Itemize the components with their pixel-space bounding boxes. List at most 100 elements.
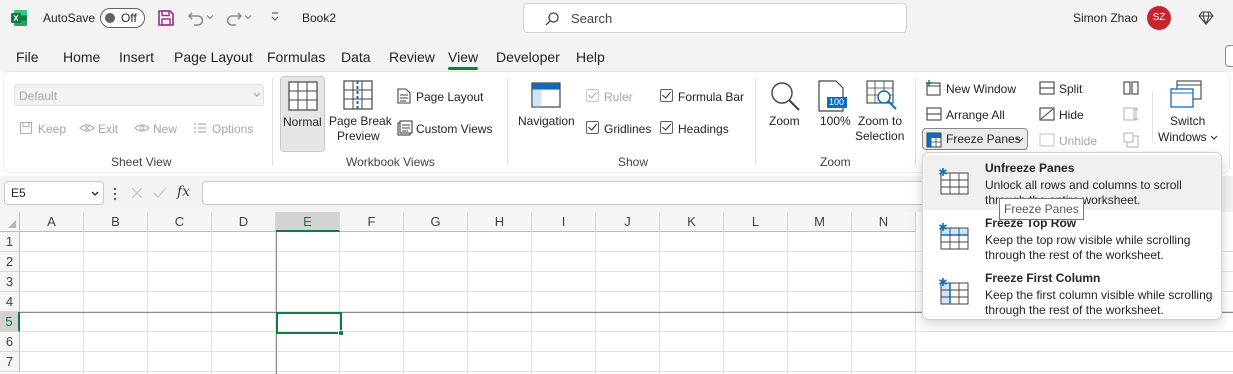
switch-windows-button[interactable]: Switch (1170, 114, 1205, 128)
tab-help[interactable]: Help (576, 49, 605, 65)
select-all-corner[interactable] (0, 212, 20, 232)
tab-view[interactable]: View (448, 49, 478, 65)
custom-views-button[interactable]: Custom Views (416, 122, 492, 136)
normal-view-label: Normal (283, 115, 322, 129)
ruler-label: Ruler (604, 90, 633, 104)
column-header-l[interactable]: L (724, 212, 788, 232)
new-window-button[interactable]: New Window (946, 82, 1016, 96)
tab-developer[interactable]: Developer (496, 49, 560, 65)
keep-icon (19, 121, 33, 135)
column-header-k[interactable]: K (660, 212, 724, 232)
save-icon[interactable] (157, 9, 175, 27)
gridlines-checkbox[interactable] (586, 121, 599, 134)
row-header-1[interactable]: 1 (0, 232, 20, 252)
exit-button[interactable]: Exit (98, 122, 118, 136)
sheet-view-select[interactable]: Default (14, 84, 264, 106)
group-label-sheet-view: Sheet View (111, 155, 172, 169)
search-box[interactable]: Search (523, 3, 907, 33)
tab-file[interactable]: File (16, 49, 39, 65)
column-header-i[interactable]: I (532, 212, 596, 232)
autosave-state: Off (121, 11, 137, 25)
page-layout-button[interactable]: Page Layout (416, 90, 483, 104)
gridline-vertical (659, 232, 660, 374)
column-header-n[interactable]: N (852, 212, 916, 232)
gridline-vertical (147, 232, 148, 374)
column-header-j[interactable]: J (596, 212, 660, 232)
row-header-3[interactable]: 3 (0, 272, 20, 292)
tab-page-layout[interactable]: Page Layout (174, 49, 253, 65)
arrange-all-button[interactable]: Arrange All (946, 108, 1005, 122)
headings-label: Headings (678, 122, 729, 136)
freeze-panes-button[interactable]: Freeze Panes (922, 128, 1028, 150)
row-header-7[interactable]: 7 (0, 352, 20, 372)
chevron-down-icon (253, 92, 261, 98)
menu-item-description: Keep the first column visible while scro… (985, 288, 1213, 317)
zoom-100-button[interactable]: 100% (820, 114, 851, 128)
options-button[interactable]: Options (212, 122, 253, 136)
name-box-value: E5 (11, 186, 26, 200)
unhide-button[interactable]: Unhide (1059, 134, 1097, 148)
diamond-icon[interactable] (1197, 9, 1215, 27)
navigation-icon (531, 82, 561, 108)
customize-qat-icon[interactable] (270, 11, 280, 23)
avatar[interactable]: SZ (1147, 6, 1171, 30)
zoom-button[interactable]: Zoom (769, 114, 800, 128)
gridline-vertical (83, 232, 84, 374)
fill-handle[interactable] (338, 330, 344, 336)
column-header-a[interactable]: A (20, 212, 84, 232)
tab-home[interactable]: Home (63, 49, 100, 65)
ribbon-tabs: File Home Insert Page Layout Formulas Da… (0, 38, 1233, 72)
insert-function-button[interactable]: fx (177, 184, 190, 200)
redo-icon[interactable] (225, 9, 243, 27)
unfreeze-panes-icon (938, 167, 970, 195)
column-header-f[interactable]: F (340, 212, 404, 232)
keep-button[interactable]: Keep (38, 122, 66, 136)
view-side-by-side-icon[interactable] (1123, 81, 1139, 95)
column-header-g[interactable]: G (404, 212, 468, 232)
gridlines-label: Gridlines (604, 122, 652, 136)
hide-button[interactable]: Hide (1059, 108, 1084, 122)
row-header-2[interactable]: 2 (0, 252, 20, 272)
new-view-button[interactable]: New (153, 122, 177, 136)
undo-chevron-icon[interactable] (206, 13, 214, 21)
ruler-checkbox[interactable] (586, 89, 599, 102)
hide-icon (1039, 107, 1055, 121)
page-break-preview-button[interactable]: Page Break (329, 114, 392, 128)
tab-data[interactable]: Data (341, 49, 371, 65)
row-header-5[interactable]: 5 (0, 312, 20, 332)
navigation-button[interactable]: Navigation (518, 114, 575, 128)
menu-item-title: Freeze First Column (985, 271, 1101, 285)
headings-checkbox[interactable] (660, 121, 673, 134)
tab-review[interactable]: Review (389, 49, 435, 65)
ribbon-display-options[interactable] (1225, 45, 1233, 67)
more-options-icon[interactable] (113, 187, 117, 201)
column-header-m[interactable]: M (788, 212, 852, 232)
group-separator (1152, 92, 1153, 142)
page-layout-icon (397, 88, 411, 104)
row-header-6[interactable]: 6 (0, 332, 20, 352)
split-button[interactable]: Split (1059, 82, 1082, 96)
column-header-h[interactable]: H (468, 212, 532, 232)
column-header-c[interactable]: C (148, 212, 212, 232)
undo-icon[interactable] (187, 9, 205, 27)
column-header-b[interactable]: B (84, 212, 148, 232)
normal-view-button[interactable]: Normal (280, 76, 325, 152)
name-box[interactable]: E5 (4, 181, 104, 205)
menu-item-freeze-first-column[interactable]: Freeze First Column Keep the first colum… (924, 265, 1221, 320)
autosave-toggle[interactable]: Off (100, 8, 145, 28)
tab-insert[interactable]: Insert (119, 49, 154, 65)
column-header-e[interactable]: E (276, 212, 340, 232)
selected-cell[interactable] (276, 312, 342, 334)
formula-bar-checkbox[interactable] (660, 89, 673, 102)
reset-window-position-icon[interactable] (1123, 132, 1139, 148)
enter-icon[interactable] (153, 186, 167, 200)
synchronous-scrolling-icon[interactable] (1123, 106, 1139, 122)
zoom-to-selection-button[interactable]: Zoom to (858, 114, 902, 128)
column-header-d[interactable]: D (212, 212, 276, 232)
tab-formulas[interactable]: Formulas (267, 49, 325, 65)
active-tab-indicator (448, 67, 478, 70)
workbook-name: Book2 (302, 11, 337, 25)
redo-chevron-icon[interactable] (244, 13, 252, 21)
cancel-icon[interactable] (130, 186, 144, 200)
row-header-4[interactable]: 4 (0, 292, 20, 312)
